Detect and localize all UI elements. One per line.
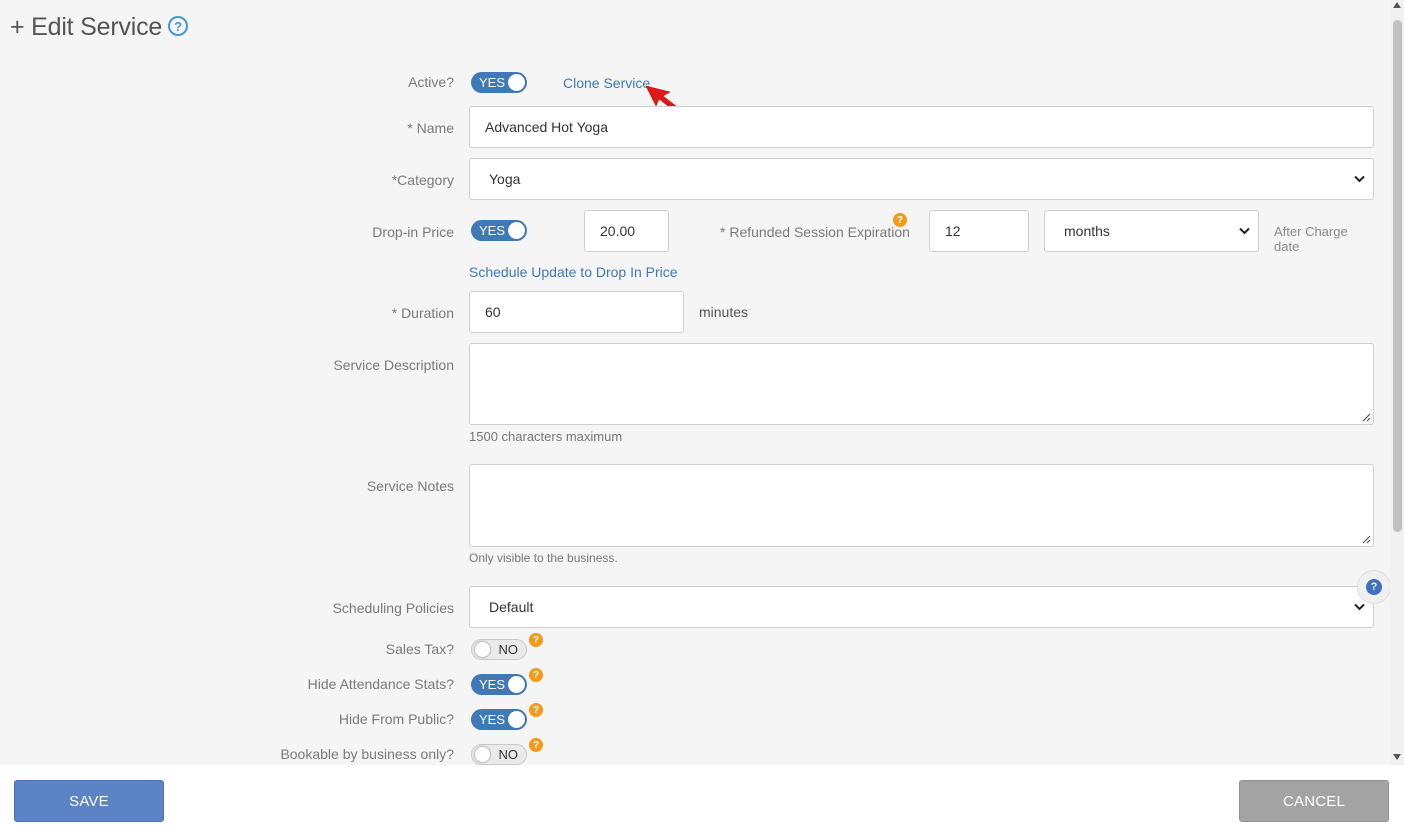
toggle-knob <box>508 222 525 239</box>
scheduling-select[interactable]: Default <box>469 586 1374 628</box>
notes-label: Service Notes <box>366 478 454 494</box>
chevron-down-icon <box>1239 227 1250 235</box>
info-badge-icon[interactable]: ? <box>529 668 543 682</box>
hide-public-toggle-text: YES <box>479 712 506 727</box>
toggle-knob <box>508 74 525 91</box>
info-badge-icon[interactable]: ? <box>529 633 543 647</box>
dropin-label: Drop-in Price <box>372 224 454 240</box>
refund-unit-value: months <box>1064 223 1110 239</box>
description-hint: 1500 characters maximum <box>469 429 623 444</box>
duration-unit: minutes <box>699 304 749 320</box>
dropin-toggle-text: YES <box>479 223 506 238</box>
clone-service-link[interactable]: Clone Service <box>563 75 650 91</box>
after-charge-date-text: After Charge date <box>1274 224 1348 254</box>
hide-attendance-label: Hide Attendance Stats? <box>307 676 454 692</box>
page-title: + Edit Service <box>10 12 163 41</box>
scroll-up-arrow-icon[interactable] <box>1393 2 1401 8</box>
toggle-knob <box>508 711 525 728</box>
bookable-toggle-text: NO <box>498 747 519 762</box>
dropin-toggle[interactable]: YES <box>471 220 527 241</box>
name-input[interactable]: Advanced Hot Yoga <box>469 106 1374 148</box>
duration-label: * Duration <box>391 305 454 321</box>
category-label: *Category <box>391 172 454 188</box>
info-badge-icon[interactable]: ? <box>529 738 543 752</box>
refund-expiration-label: * Refunded Session Expiration <box>720 224 910 240</box>
resize-handle-icon[interactable] <box>1362 413 1371 422</box>
refund-expiration-input[interactable]: 12 <box>929 210 1029 252</box>
info-badge-icon[interactable]: ? <box>893 213 907 227</box>
scheduling-value: Default <box>489 599 534 615</box>
chevron-down-icon <box>1354 175 1365 183</box>
sales-tax-toggle-text: NO <box>498 642 519 657</box>
active-label: Active? <box>408 74 454 90</box>
toggle-knob <box>474 746 491 763</box>
bookable-toggle[interactable]: NO <box>471 744 527 765</box>
footer-bar: SAVE CANCEL <box>0 765 1404 834</box>
active-toggle[interactable]: YES <box>471 72 527 93</box>
help-icon[interactable]: ? <box>168 16 189 36</box>
resize-handle-icon[interactable] <box>1362 535 1371 544</box>
floating-help-button[interactable]: ? <box>1357 570 1391 604</box>
duration-input[interactable]: 60 <box>469 291 684 333</box>
dropin-price-input[interactable]: 20.00 <box>584 210 669 252</box>
info-badge-icon[interactable]: ? <box>529 703 543 717</box>
description-label: Service Description <box>333 357 454 373</box>
name-label: * Name <box>407 120 454 136</box>
category-value: Yoga <box>489 171 521 187</box>
hide-attendance-toggle-text: YES <box>479 677 506 692</box>
sales-tax-toggle[interactable]: NO <box>471 639 527 660</box>
description-textarea[interactable] <box>469 343 1374 425</box>
save-button[interactable]: SAVE <box>14 780 164 822</box>
toggle-knob <box>508 676 525 693</box>
notes-hint: Only visible to the business. <box>469 551 618 565</box>
chevron-down-icon <box>1354 603 1365 611</box>
notes-textarea[interactable] <box>469 464 1374 547</box>
bookable-label: Bookable by business only? <box>280 746 454 762</box>
toggle-knob <box>474 641 491 658</box>
cancel-button[interactable]: CANCEL <box>1239 780 1389 822</box>
refund-unit-select[interactable]: months <box>1044 210 1259 252</box>
hide-public-label: Hide From Public? <box>338 711 454 727</box>
schedule-update-link[interactable]: Schedule Update to Drop In Price <box>469 264 678 280</box>
scheduling-label: Scheduling Policies <box>332 600 454 616</box>
page-header: + Edit Service ? <box>10 10 189 44</box>
sales-tax-label: Sales Tax? <box>385 641 454 657</box>
hide-attendance-toggle[interactable]: YES <box>471 674 527 695</box>
active-toggle-text: YES <box>479 75 506 90</box>
scroll-thumb[interactable] <box>1393 20 1402 532</box>
scroll-down-arrow-icon[interactable] <box>1393 754 1401 760</box>
scrollbar[interactable] <box>1390 0 1404 765</box>
hide-public-toggle[interactable]: YES <box>471 709 527 730</box>
category-select[interactable]: Yoga <box>469 158 1374 200</box>
question-icon: ? <box>1366 579 1382 595</box>
